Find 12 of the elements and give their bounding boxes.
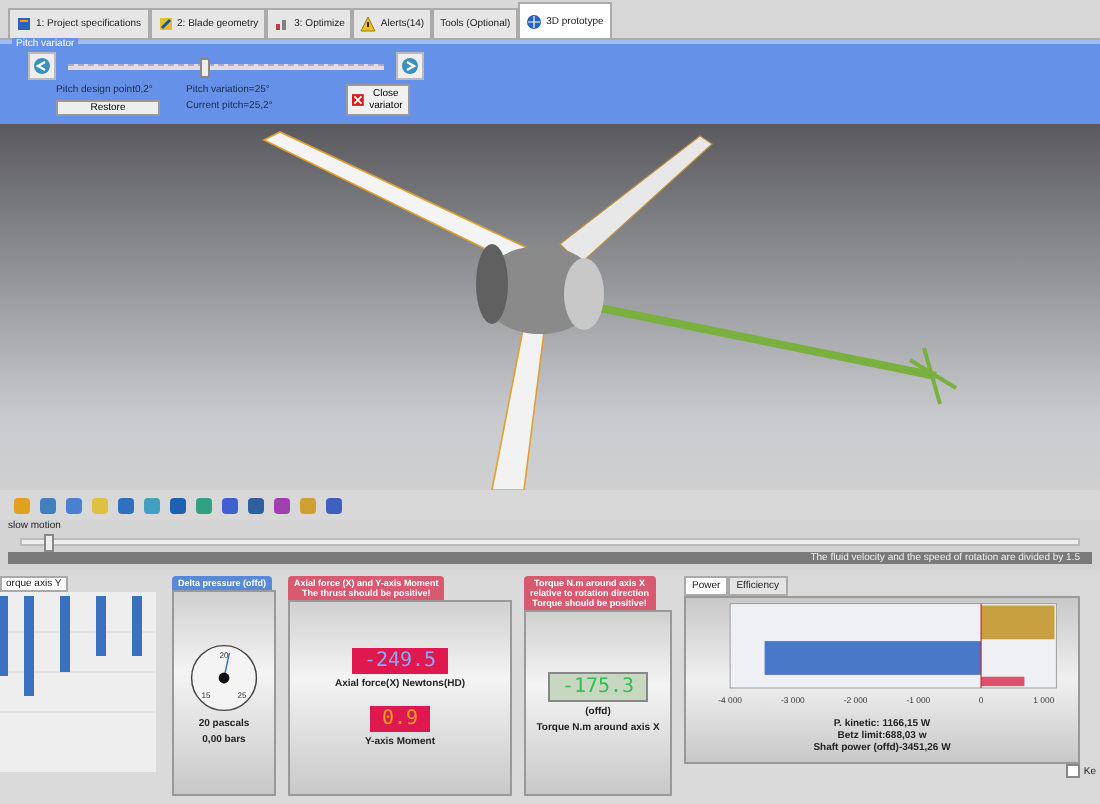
rotate-right-button[interactable]	[396, 52, 424, 80]
close-icon	[352, 90, 364, 110]
torque-display: -175.3	[547, 672, 649, 702]
axial-force-display: -249.5	[351, 648, 449, 674]
document-icon	[16, 16, 32, 32]
chart-icon	[274, 16, 291, 32]
blade-icon	[157, 16, 174, 32]
warning-icon	[360, 16, 377, 32]
moment-display: 0.9	[369, 706, 431, 732]
globe-icon	[526, 13, 543, 29]
checkbox[interactable]	[1065, 764, 1080, 778]
rotate-left-button[interactable]	[28, 52, 56, 80]
